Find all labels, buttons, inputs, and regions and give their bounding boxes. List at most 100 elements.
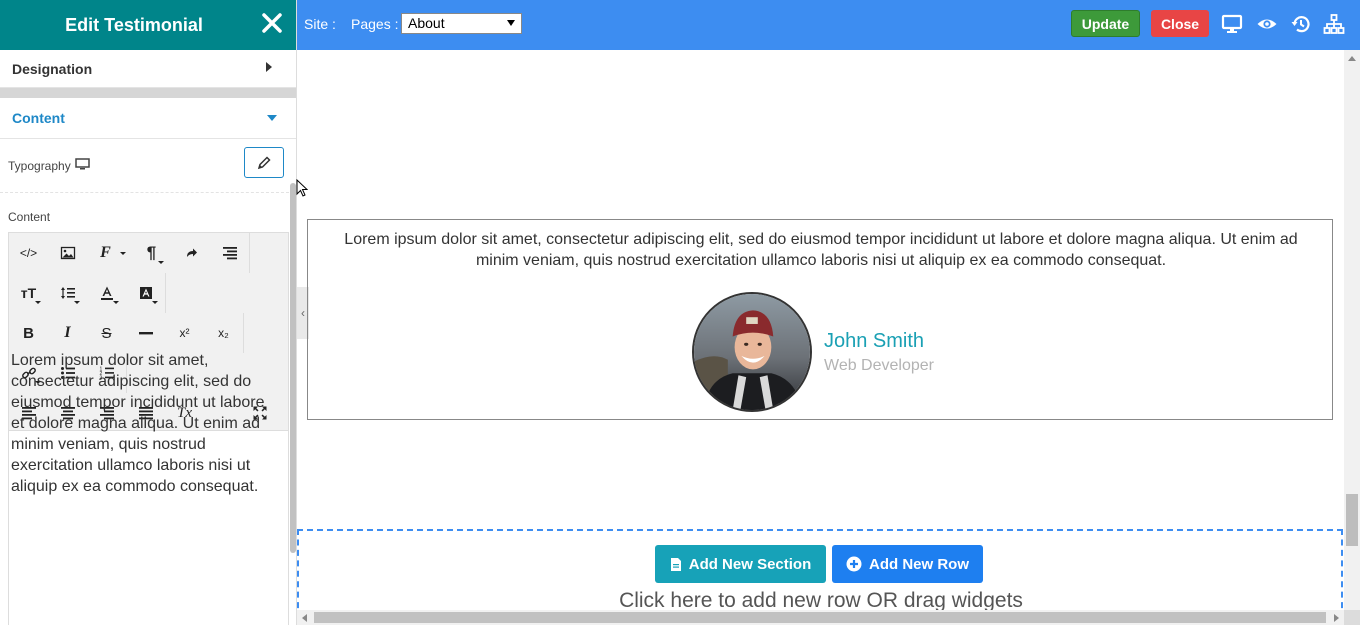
add-new-section-label: Add New Section xyxy=(688,555,812,573)
pencil-icon xyxy=(257,155,271,169)
superscript-button[interactable]: x² xyxy=(165,313,204,353)
page-canvas[interactable]: ‹ Lorem ipsum dolor sit amet, consectetu… xyxy=(297,50,1344,610)
subscript-button[interactable]: x₂ xyxy=(204,313,243,353)
strikethrough-icon: S xyxy=(101,324,112,342)
subscript-icon: x₂ xyxy=(218,326,229,340)
eye-icon[interactable] xyxy=(1256,13,1278,35)
dropdown-caret-icon xyxy=(35,301,41,304)
insert-image-button[interactable] xyxy=(48,233,87,273)
redo-button[interactable] xyxy=(171,233,210,273)
accordion-content-label: Content xyxy=(12,110,65,126)
toolbar-row-1: </> F ¶ xyxy=(9,233,250,273)
sitemap-icon[interactable] xyxy=(1323,13,1345,35)
scrollbar-corner xyxy=(1344,610,1360,625)
strikethrough-button[interactable]: S xyxy=(87,313,126,353)
close-button[interactable]: Close xyxy=(1151,10,1209,37)
font-size-button[interactable]: тT xyxy=(9,273,48,313)
code-view-button[interactable]: </> xyxy=(9,233,48,273)
chevron-left-icon: ‹ xyxy=(301,306,305,320)
text-color-button[interactable] xyxy=(87,273,126,313)
canvas-horizontal-scrollbar[interactable] xyxy=(297,610,1344,625)
add-row-dropzone[interactable]: Add New Section Add New Row Click here t… xyxy=(297,529,1343,610)
horizontal-rule-icon xyxy=(138,332,153,335)
dropdown-caret-icon xyxy=(152,301,158,304)
dropdown-caret-icon xyxy=(158,261,164,264)
update-button[interactable]: Update xyxy=(1071,10,1140,37)
typography-label: Typography xyxy=(8,159,71,173)
edit-panel: Edit Testimonial Designation Content Typ… xyxy=(0,0,297,625)
redo-icon xyxy=(186,248,197,257)
vertical-scrollbar-thumb[interactable] xyxy=(1346,494,1358,546)
italic-button[interactable]: I xyxy=(48,313,87,353)
italic-icon: I xyxy=(64,324,71,341)
pages-label: Pages : xyxy=(351,16,399,32)
background-color-button[interactable] xyxy=(126,273,165,313)
scroll-left-icon[interactable] xyxy=(302,614,307,622)
mouse-cursor-icon xyxy=(296,179,308,197)
add-new-row-button[interactable]: Add New Row xyxy=(832,545,983,583)
content-field-label: Content xyxy=(8,210,51,224)
desktop-icon[interactable] xyxy=(74,158,90,174)
top-toolbar: Site : Pages : About Update Close xyxy=(297,0,1360,50)
site-label: Site : xyxy=(304,16,336,32)
add-new-section-button[interactable]: Add New Section xyxy=(655,545,826,583)
line-height-icon xyxy=(60,287,75,299)
testimonial-name: John Smith xyxy=(824,330,925,352)
caret-right-icon xyxy=(266,62,272,72)
typography-label-group: Typography xyxy=(8,158,90,174)
bold-icon: B xyxy=(23,324,34,342)
align-right-lines-icon xyxy=(222,247,237,260)
testimonial-avatar xyxy=(692,292,812,412)
accordion-designation[interactable]: Designation xyxy=(0,50,296,88)
toolbar-separator xyxy=(243,313,244,353)
superscript-icon: x² xyxy=(179,326,190,340)
horizontal-scrollbar-thumb[interactable] xyxy=(314,612,1326,623)
panel-title: Edit Testimonial xyxy=(65,14,203,35)
typography-row: Typography xyxy=(0,139,289,193)
image-icon xyxy=(60,246,75,260)
pages-select[interactable]: About xyxy=(401,13,522,34)
toolbar-separator xyxy=(165,273,166,313)
toolbar-row-2: тT xyxy=(9,273,166,313)
accordion-designation-label: Designation xyxy=(12,60,93,77)
panel-header: Edit Testimonial xyxy=(0,0,296,50)
chevron-down-icon xyxy=(507,20,515,26)
accordion-content[interactable]: Content xyxy=(0,98,296,139)
caret-down-icon xyxy=(267,115,277,121)
add-new-row-label: Add New Row xyxy=(869,555,969,573)
plus-circle-icon xyxy=(846,556,862,572)
typography-edit-button[interactable] xyxy=(244,147,284,178)
dropdown-caret-icon xyxy=(113,301,119,304)
close-icon[interactable] xyxy=(259,10,285,36)
horizontal-rule-button[interactable] xyxy=(126,313,165,353)
dropdown-caret-icon xyxy=(74,301,80,304)
paragraph-icon: ¶ xyxy=(146,243,157,262)
align-menu-button[interactable] xyxy=(210,233,249,273)
panel-body: Typography Content </> F ¶ тT B I S x² x… xyxy=(0,139,289,625)
dropzone-hint: Click here to add new row OR drag widget… xyxy=(619,589,1023,610)
font-icon: F xyxy=(100,244,111,261)
canvas-vertical-scrollbar[interactable] xyxy=(1344,50,1360,610)
panel-scrollbar-thumb[interactable] xyxy=(290,183,296,553)
history-icon[interactable] xyxy=(1290,13,1312,35)
line-height-button[interactable] xyxy=(48,273,87,313)
font-family-button[interactable]: F xyxy=(87,233,132,273)
text-color-icon xyxy=(100,286,113,300)
desktop-preview-icon[interactable] xyxy=(1221,13,1243,35)
paragraph-button[interactable]: ¶ xyxy=(132,233,171,273)
dropdown-caret-icon xyxy=(120,252,126,255)
toolbar-row-3: B I S x² x₂ xyxy=(9,313,244,353)
accordion-divider xyxy=(0,88,296,98)
code-icon: </> xyxy=(19,246,38,260)
bold-button[interactable]: B xyxy=(9,313,48,353)
text-size-icon: тT xyxy=(20,285,37,301)
testimonial-text: Lorem ipsum dolor sit amet, consectetur … xyxy=(344,231,1298,269)
document-icon xyxy=(670,557,681,571)
pages-select-value: About xyxy=(408,15,445,31)
scroll-up-icon[interactable] xyxy=(1348,56,1356,61)
scroll-right-icon[interactable] xyxy=(1334,614,1339,622)
testimonial-widget[interactable]: Lorem ipsum dolor sit amet, consectetur … xyxy=(307,219,1333,420)
panel-scrollbar[interactable] xyxy=(289,183,296,625)
editor-content-text[interactable]: Lorem ipsum dolor sit amet, consectetur … xyxy=(11,350,271,497)
toolbar-separator xyxy=(249,233,250,273)
